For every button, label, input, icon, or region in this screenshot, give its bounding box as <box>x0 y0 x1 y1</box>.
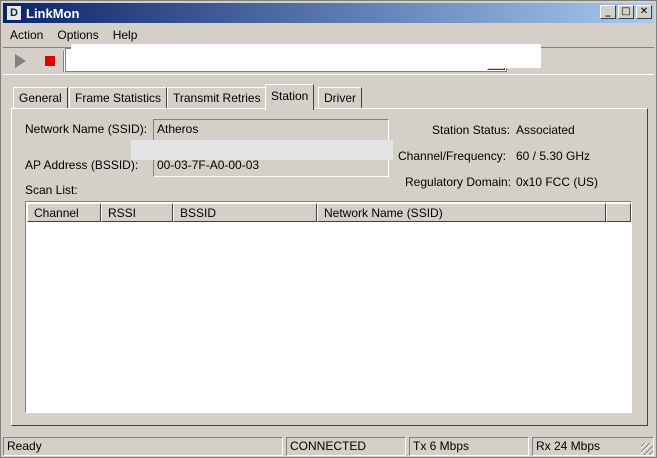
scan-list-label: Scan List: <box>25 183 78 197</box>
toolbar: D-Link DWA-556 Scan 11 Wireless PCI Card <box>3 44 654 75</box>
menu-action[interactable]: Action <box>3 28 50 42</box>
column-header-channel[interactable]: Channel <box>27 203 101 222</box>
tab-general[interactable]: General <box>13 87 68 109</box>
minimize-icon: _ <box>605 6 611 17</box>
station-status-label: Station Status: <box>432 123 511 137</box>
station-status-value: Associated <box>516 123 575 137</box>
app-icon: D <box>6 5 22 21</box>
column-header-bssid[interactable]: BSSID <box>173 203 317 222</box>
redaction-mask <box>131 140 393 160</box>
menu-bar: Action Options Help <box>3 25 144 45</box>
status-tx-rate: Tx 6 Mbps <box>409 437 529 456</box>
column-header-network-name[interactable]: Network Name (SSID) <box>317 203 606 222</box>
status-connection: CONNECTED <box>286 437 406 456</box>
menu-options[interactable]: Options <box>50 28 105 42</box>
minimize-button[interactable]: _ <box>600 5 616 19</box>
adapter-select-mask <box>71 44 541 68</box>
tab-driver[interactable]: Driver <box>318 87 362 109</box>
column-header-rssi[interactable]: RSSI <box>101 203 173 222</box>
maximize-button[interactable]: □ <box>618 5 634 19</box>
regulatory-domain-value: 0x10 FCC (US) <box>516 175 599 189</box>
tab-frame-statistics[interactable]: Frame Statistics <box>69 87 168 109</box>
scan-list-header: Channel RSSI BSSID Network Name (SSID) <box>27 203 631 222</box>
window-title: LinkMon <box>26 5 80 21</box>
status-ready: Ready <box>3 437 283 456</box>
channel-frequency-label: Channel/Frequency: <box>398 149 507 163</box>
scan-list[interactable]: Channel RSSI BSSID Network Name (SSID) <box>25 201 632 413</box>
title-bar[interactable]: D LinkMon _ □ ✕ <box>3 3 654 23</box>
channel-frequency-value: 60 / 5.30 GHz <box>516 149 591 163</box>
title-buttons: _ □ ✕ <box>600 5 652 19</box>
stop-icon[interactable] <box>45 56 55 66</box>
maximize-icon: □ <box>621 6 631 17</box>
play-icon[interactable] <box>15 54 26 68</box>
tab-station[interactable]: Station <box>265 84 315 110</box>
bssid-label: AP Address (BSSID): <box>25 158 139 172</box>
status-rx-rate: Rx 24 Mbps <box>532 437 654 456</box>
status-bar: Ready CONNECTED Tx 6 Mbps Rx 24 Mbps <box>3 437 654 456</box>
tab-transmit-retries[interactable]: Transmit Retries <box>167 87 267 109</box>
menu-help[interactable]: Help <box>106 28 145 42</box>
ssid-label: Network Name (SSID): <box>25 122 148 136</box>
close-icon: ✕ <box>639 6 649 17</box>
resize-grip-icon[interactable] <box>641 443 653 455</box>
ssid-field: Atheros <box>153 119 389 141</box>
regulatory-domain-label: Regulatory Domain: <box>405 175 512 189</box>
column-header-filler <box>606 203 631 222</box>
linkmon-window: D LinkMon _ □ ✕ Action Options Help D-Li… <box>0 0 657 458</box>
close-button[interactable]: ✕ <box>636 5 652 19</box>
